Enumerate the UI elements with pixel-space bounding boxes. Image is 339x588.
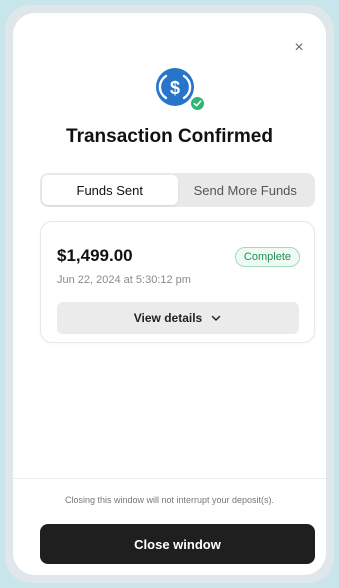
tab-funds-sent[interactable]: Funds Sent bbox=[42, 175, 178, 205]
transaction-date: Jun 22, 2024 at 5:30:12 pm bbox=[57, 274, 191, 286]
svg-text:$: $ bbox=[170, 78, 180, 98]
transaction-card: $1,499.00 Complete Jun 22, 2024 at 5:30:… bbox=[40, 221, 315, 343]
status-badge: Complete bbox=[234, 247, 300, 267]
tab-send-more-funds[interactable]: Send More Funds bbox=[178, 175, 314, 205]
modal-frame: × $ Transaction Confirmed Funds Sent Sen… bbox=[5, 5, 334, 583]
page-title: Transaction Confirmed bbox=[66, 126, 273, 147]
close-icon[interactable]: × bbox=[290, 39, 308, 57]
footnote-text: Closing this window will not interrupt y… bbox=[64, 495, 275, 505]
footer-divider bbox=[13, 478, 326, 479]
tab-switcher: Funds Sent Send More Funds bbox=[40, 173, 315, 207]
close-window-button[interactable]: Close window bbox=[40, 524, 315, 564]
transaction-amount: $1,499.00 bbox=[57, 246, 133, 265]
chevron-down-icon bbox=[211, 315, 221, 321]
view-details-button[interactable]: View details bbox=[57, 302, 299, 334]
check-circle-icon bbox=[189, 95, 206, 112]
view-details-label: View details bbox=[133, 311, 203, 325]
transaction-modal: × $ Transaction Confirmed Funds Sent Sen… bbox=[13, 13, 326, 575]
